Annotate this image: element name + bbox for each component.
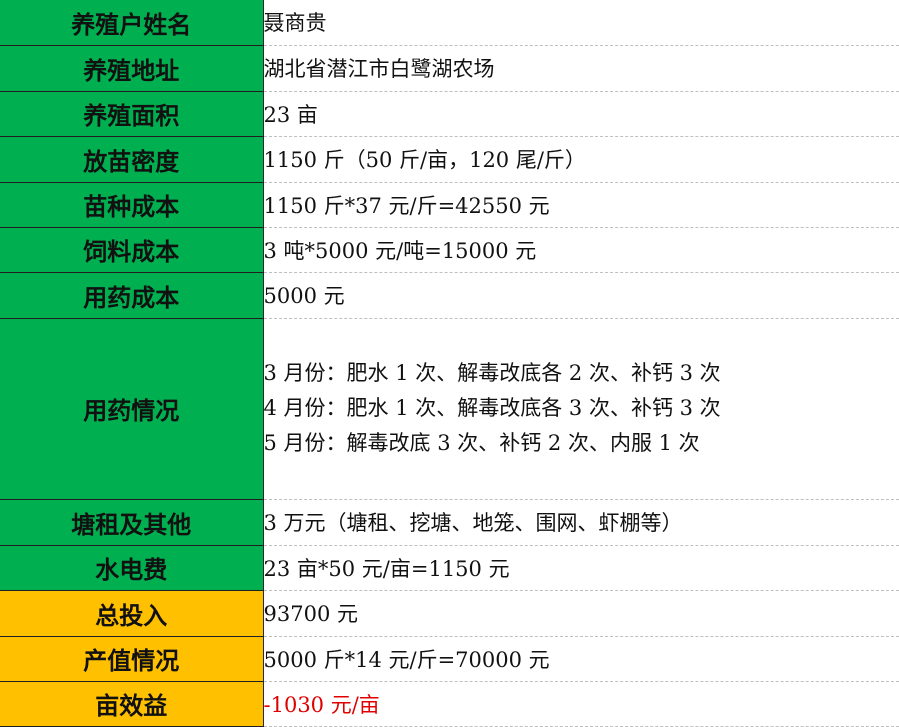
row-value: 93700 元	[263, 590, 899, 636]
row-value: 5000 斤*14 元/斤=70000 元	[263, 636, 899, 681]
farm-record-table: 养殖户姓名 聂商贵 养殖地址 湖北省潜江市白鹭湖农场 养殖面积 23 亩 放苗密…	[0, 0, 899, 727]
table-row-total-investment: 总投入 93700 元	[0, 590, 899, 636]
row-value: 1150 斤（50 斤/亩，120 尾/斤）	[263, 136, 899, 182]
row-value: 23 亩	[263, 91, 899, 136]
table-row-utilities: 水电费 23 亩*50 元/亩=1150 元	[0, 545, 899, 590]
row-value: 聂商贵	[263, 0, 899, 45]
row-label: 养殖地址	[0, 45, 263, 91]
row-value: 23 亩*50 元/亩=1150 元	[263, 545, 899, 590]
row-label: 放苗密度	[0, 136, 263, 182]
table-row-farmer-name: 养殖户姓名 聂商贵	[0, 0, 899, 45]
row-value: 3 吨*5000 元/吨=15000 元	[263, 227, 899, 272]
row-label: 塘租及其他	[0, 499, 263, 545]
usage-line-may: 5 月份：解毒改底 3 次、补钙 2 次、内服 1 次	[264, 426, 899, 461]
table-row-farm-area: 养殖面积 23 亩	[0, 91, 899, 136]
usage-line-march: 3 月份：肥水 1 次、解毒改底各 2 次、补钙 3 次	[264, 356, 899, 391]
row-label: 饲料成本	[0, 227, 263, 272]
row-label: 水电费	[0, 545, 263, 590]
table-row-stocking-density: 放苗密度 1150 斤（50 斤/亩，120 尾/斤）	[0, 136, 899, 182]
row-label: 总投入	[0, 590, 263, 636]
row-value-multiline: 3 月份：肥水 1 次、解毒改底各 2 次、补钙 3 次 4 月份：肥水 1 次…	[263, 318, 899, 499]
row-label: 养殖户姓名	[0, 0, 263, 45]
table-row-per-mu-profit: 亩效益 -1030 元/亩	[0, 681, 899, 726]
row-value: 1150 斤*37 元/斤=42550 元	[263, 182, 899, 227]
row-value: 5000 元	[263, 272, 899, 318]
row-value-negative: -1030 元/亩	[263, 681, 899, 726]
row-label: 亩效益	[0, 681, 263, 726]
table-row-pond-rent: 塘租及其他 3 万元（塘租、挖塘、地笼、围网、虾棚等）	[0, 499, 899, 545]
table-row-feed-cost: 饲料成本 3 吨*5000 元/吨=15000 元	[0, 227, 899, 272]
row-label: 苗种成本	[0, 182, 263, 227]
row-value: 3 万元（塘租、挖塘、地笼、围网、虾棚等）	[263, 499, 899, 545]
table-row-farm-address: 养殖地址 湖北省潜江市白鹭湖农场	[0, 45, 899, 91]
usage-line-april: 4 月份：肥水 1 次、解毒改底各 3 次、补钙 3 次	[264, 391, 899, 426]
row-label: 用药成本	[0, 272, 263, 318]
table-row-medicine-cost: 用药成本 5000 元	[0, 272, 899, 318]
row-label: 用药情况	[0, 318, 263, 499]
table-row-medicine-usage: 用药情况 3 月份：肥水 1 次、解毒改底各 2 次、补钙 3 次 4 月份：肥…	[0, 318, 899, 499]
row-label: 养殖面积	[0, 91, 263, 136]
row-value: 湖北省潜江市白鹭湖农场	[263, 45, 899, 91]
table-row-seedling-cost: 苗种成本 1150 斤*37 元/斤=42550 元	[0, 182, 899, 227]
table-row-output-value: 产值情况 5000 斤*14 元/斤=70000 元	[0, 636, 899, 681]
row-label: 产值情况	[0, 636, 263, 681]
